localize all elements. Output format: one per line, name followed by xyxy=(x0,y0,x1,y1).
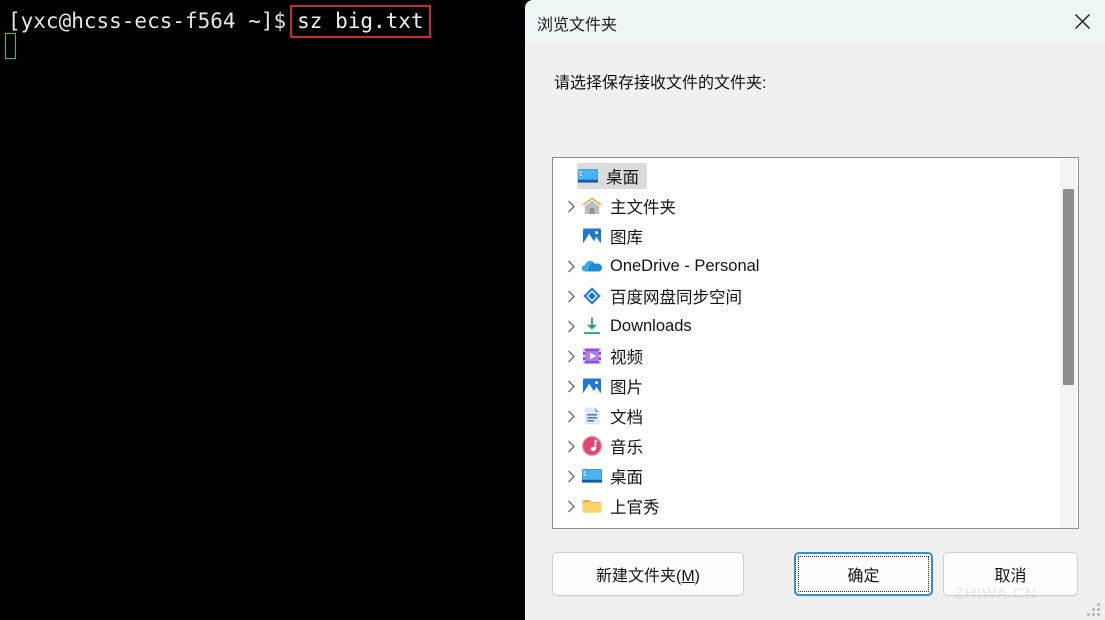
grip-dot xyxy=(1087,613,1090,616)
chevron-right-icon[interactable] xyxy=(561,440,581,453)
tree-item-label: Downloads xyxy=(610,316,692,335)
grip-dot xyxy=(1092,608,1095,611)
command-highlight-box: sz big.txt xyxy=(290,5,431,38)
tree-item-label: 上官秀 xyxy=(610,499,660,517)
new-folder-button-label: 新建文件夹(M) xyxy=(596,568,700,585)
resize-grip[interactable] xyxy=(1087,603,1101,617)
tree-item-label: 百度网盘同步空间 xyxy=(610,289,742,307)
tree-item-10[interactable]: 桌面 xyxy=(553,461,1063,491)
chevron-right-icon[interactable] xyxy=(561,380,581,393)
terminal-command: sz big.txt xyxy=(297,9,424,33)
tree-item-label: 图片 xyxy=(610,379,643,397)
tree-item-5[interactable]: Downloads xyxy=(553,311,1063,341)
tree-item-content[interactable]: 百度网盘同步空间 xyxy=(581,283,750,309)
tree-scrollbar-thumb[interactable] xyxy=(1063,188,1074,385)
new-folder-button[interactable]: 新建文件夹(M) xyxy=(552,552,744,596)
tree-item-content[interactable]: 桌面 xyxy=(577,163,647,189)
terminal-line: [yxc@hcss-ecs-f564 ~]$ sz big.txt xyxy=(8,5,431,38)
tree-item-content[interactable]: 桌面 xyxy=(581,463,651,489)
tree-item-content[interactable]: 音乐 xyxy=(581,433,651,459)
tree-item-1[interactable]: 主文件夹 xyxy=(553,191,1063,221)
chevron-right-icon[interactable] xyxy=(561,500,581,513)
tree-item-9[interactable]: 音乐 xyxy=(553,431,1063,461)
desktop-icon xyxy=(581,465,603,487)
tree-item-label: 桌面 xyxy=(606,169,639,187)
folder-tree[interactable]: 桌面 主文件夹 图库 OneDrive - Personal 百度网盘同步空间 Downl… xyxy=(552,157,1079,529)
grip-dot xyxy=(1097,613,1100,616)
tree-item-content[interactable]: Downloads xyxy=(581,313,700,339)
ok-button[interactable]: 确定 xyxy=(794,552,933,596)
tree-item-label: 音乐 xyxy=(610,439,643,457)
tree-item-label: 视频 xyxy=(610,349,643,367)
grip-dot xyxy=(1097,603,1100,606)
tree-item-3[interactable]: OneDrive - Personal xyxy=(553,251,1063,281)
dialog-prompt-label: 请选择保存接收文件的文件夹: xyxy=(554,75,767,92)
download-icon xyxy=(581,315,603,337)
grip-dot xyxy=(1092,613,1095,616)
terminal-prompt: [yxc@hcss-ecs-f564 ~]$ xyxy=(8,9,287,33)
mnemonic-letter: M xyxy=(681,568,695,585)
watermark: ZHIWA.CN xyxy=(955,585,1037,602)
baidu-netdisk-icon xyxy=(581,285,603,307)
tree-item-8[interactable]: 文档 xyxy=(553,401,1063,431)
tree-item-content[interactable]: OneDrive - Personal xyxy=(581,253,767,279)
tree-item-content[interactable]: 文档 xyxy=(581,403,651,429)
chevron-right-icon[interactable] xyxy=(561,260,581,273)
tree-item-4[interactable]: 百度网盘同步空间 xyxy=(553,281,1063,311)
tree-item-11[interactable]: 上官秀 xyxy=(553,491,1063,521)
dialog-title: 浏览文件夹 xyxy=(537,17,618,34)
folder-icon xyxy=(581,495,603,517)
tree-item-label: 文档 xyxy=(610,409,643,427)
close-icon[interactable] xyxy=(1059,0,1105,43)
tree-item-0[interactable]: 桌面 xyxy=(553,161,1063,191)
tree-item-7[interactable]: 图片 xyxy=(553,371,1063,401)
chevron-right-icon[interactable] xyxy=(561,350,581,363)
terminal-cursor xyxy=(5,33,16,59)
home-icon xyxy=(581,195,603,217)
pictures-icon xyxy=(581,375,603,397)
grip-dot xyxy=(1097,608,1100,611)
tree-item-content[interactable]: 主文件夹 xyxy=(581,193,684,219)
chevron-right-icon[interactable] xyxy=(561,410,581,423)
chevron-right-icon[interactable] xyxy=(561,290,581,303)
tree-item-label: OneDrive - Personal xyxy=(610,256,760,275)
tree-item-2[interactable]: 图库 xyxy=(553,221,1063,251)
dialog-body: 请选择保存接收文件的文件夹: 桌面 主文件夹 图库 OneDrive - Person… xyxy=(525,43,1105,620)
tree-item-content[interactable]: 图库 xyxy=(581,223,651,249)
ok-button-label: 确定 xyxy=(847,568,880,585)
tree-item-content[interactable]: 视频 xyxy=(581,343,651,369)
dialog-titlebar[interactable]: 浏览文件夹 xyxy=(525,0,1105,43)
chevron-right-icon[interactable] xyxy=(561,470,581,483)
tree-item-label: 图库 xyxy=(610,229,643,247)
cancel-button-label: 取消 xyxy=(994,568,1027,585)
tree-item-label: 桌面 xyxy=(610,469,643,487)
documents-icon xyxy=(581,405,603,427)
tree-item-content[interactable]: 图片 xyxy=(581,373,651,399)
music-icon xyxy=(581,435,603,457)
tree-scrollbar[interactable] xyxy=(1060,159,1077,528)
tree-item-6[interactable]: 视频 xyxy=(553,341,1063,371)
screen: [yxc@hcss-ecs-f564 ~]$ sz big.txt 浏览文件夹 请… xyxy=(0,0,1105,620)
video-icon xyxy=(581,345,603,367)
chevron-right-icon[interactable] xyxy=(561,200,581,213)
chevron-right-icon[interactable] xyxy=(561,320,581,333)
gallery-icon xyxy=(581,225,603,247)
cloud-icon xyxy=(581,255,603,277)
tree-item-content[interactable]: 上官秀 xyxy=(581,493,668,519)
tree-item-label: 主文件夹 xyxy=(610,199,676,217)
desktop-icon xyxy=(577,165,599,187)
browse-folder-dialog: 浏览文件夹 请选择保存接收文件的文件夹: 桌面 主文件夹 图库 OneDrive - … xyxy=(525,0,1105,620)
folder-tree-list: 桌面 主文件夹 图库 OneDrive - Personal 百度网盘同步空间 Downl… xyxy=(553,161,1063,521)
